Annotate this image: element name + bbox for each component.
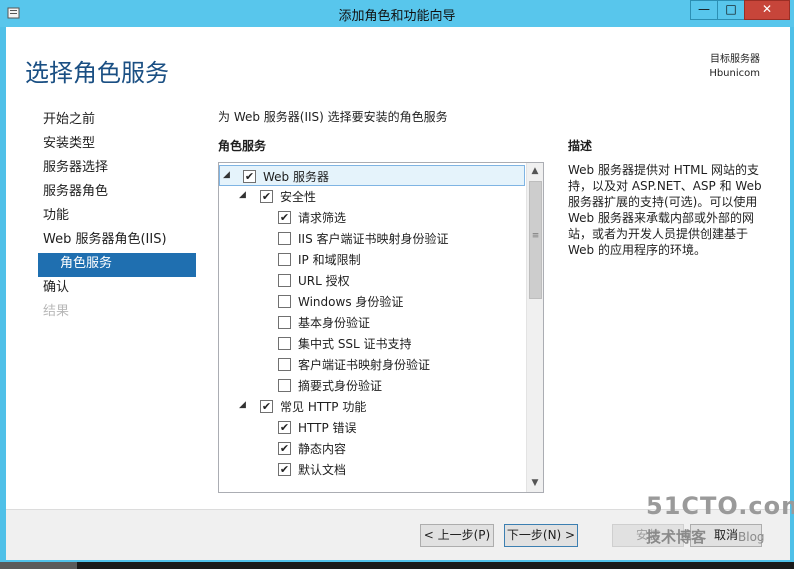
instruction-text: 为 Web 服务器(IIS) 选择要安装的角色服务 <box>218 110 448 124</box>
watermark-tagline: 技术博客 <box>646 528 707 546</box>
target-server-info: 目标服务器 Hbunicom <box>709 53 760 81</box>
tree-row-default-document[interactable]: ✔ 默认文档 <box>219 459 525 480</box>
window-title: 添加角色和功能向导 <box>338 9 456 24</box>
tree-row-windows-auth[interactable]: Windows 身份验证 <box>219 291 525 312</box>
tree-row-request-filtering[interactable]: ✔ 请求筛选 <box>219 207 525 228</box>
tree-row-label: 请求筛选 <box>298 211 347 225</box>
role-services-tree[interactable]: ◢ ✔ Web 服务器 ◢ ✔ 安全性 ✔ 请求筛选 IIS 客户端证书映射身份… <box>218 162 544 493</box>
checkbox-iis-client-cert-mapping[interactable] <box>278 232 291 245</box>
next-button[interactable]: 下一步(N) > <box>504 524 578 547</box>
nav-item-features[interactable]: 功能 <box>38 205 196 229</box>
tree-row-basic-auth[interactable]: 基本身份验证 <box>219 312 525 333</box>
checkbox-digest-auth[interactable] <box>278 379 291 392</box>
checkbox-ip-domain-restrictions[interactable] <box>278 253 291 266</box>
tree-row-label: Web 服务器 <box>263 170 329 184</box>
collapse-icon[interactable]: ◢ <box>239 400 246 410</box>
wizard-client-area: 选择角色服务 目标服务器 Hbunicom 开始之前 安装类型 服务器选择 服务… <box>6 27 790 560</box>
scroll-grip-icon: ≡ <box>531 231 540 241</box>
watermark: 51CTO.com 技术博客 Blog <box>646 492 794 552</box>
tree-row-label: 客户端证书映射身份验证 <box>298 358 431 372</box>
tree-row-common-http-features[interactable]: ◢ ✔ 常见 HTTP 功能 <box>219 396 525 417</box>
collapse-icon[interactable]: ◢ <box>223 170 230 180</box>
nav-item-server-roles[interactable]: 服务器角色 <box>38 181 196 205</box>
description-text: Web 服务器提供对 HTML 网站的支持，以及对 ASP.NET、ASP 和 … <box>568 163 762 257</box>
minimize-button[interactable]: — <box>690 0 718 20</box>
watermark-site: 51CTO.com <box>646 492 794 520</box>
nav-item-role-services[interactable]: 角色服务 <box>38 253 196 277</box>
checkbox-client-cert-mapping[interactable] <box>278 358 291 371</box>
page-title: 选择角色服务 <box>25 59 169 87</box>
nav-item-confirmation[interactable]: 确认 <box>38 277 196 301</box>
checkbox-http-errors[interactable]: ✔ <box>278 421 291 434</box>
checkbox-basic-auth[interactable] <box>278 316 291 329</box>
tree-row-label: IIS 客户端证书映射身份验证 <box>298 232 449 246</box>
checkbox-request-filtering[interactable]: ✔ <box>278 211 291 224</box>
checkbox-default-document[interactable]: ✔ <box>278 463 291 476</box>
description-heading: 描述 <box>568 139 593 153</box>
watermark-blog: Blog <box>738 530 765 544</box>
nav-item-before-you-begin[interactable]: 开始之前 <box>38 109 196 133</box>
scroll-thumb[interactable]: ≡ <box>529 181 542 299</box>
collapse-icon[interactable]: ◢ <box>239 190 246 200</box>
tree-row-label: 摘要式身份验证 <box>298 379 383 393</box>
previous-button[interactable]: < 上一步(P) <box>420 524 494 547</box>
tree-row-label: 静态内容 <box>298 442 347 456</box>
nav-item-results: 结果 <box>43 304 70 319</box>
checkbox-centralized-ssl[interactable] <box>278 337 291 350</box>
tree-row-security[interactable]: ◢ ✔ 安全性 <box>219 186 525 207</box>
tree-row-ip-domain-restrictions[interactable]: IP 和域限制 <box>219 249 525 270</box>
tree-row-label: Windows 身份验证 <box>298 295 404 309</box>
tree-row-label: 安全性 <box>280 190 317 204</box>
scroll-up-icon[interactable]: ▲ <box>527 163 543 180</box>
tree-row-label: 常见 HTTP 功能 <box>280 400 367 414</box>
checkbox-security[interactable]: ✔ <box>260 190 273 203</box>
tree-scrollbar[interactable]: ▲ ≡ ▼ <box>526 163 543 492</box>
close-button[interactable]: ✕ <box>744 0 790 20</box>
target-server-label: 目标服务器 <box>710 54 760 65</box>
maximize-button[interactable]: □ <box>717 0 745 20</box>
tree-row-label: URL 授权 <box>298 274 350 288</box>
tree-row-label: HTTP 错误 <box>298 421 357 435</box>
tree-row-web-server[interactable]: ◢ ✔ Web 服务器 <box>219 165 525 186</box>
scroll-down-icon[interactable]: ▼ <box>527 475 543 492</box>
taskbar <box>0 562 794 569</box>
tree-row-url-authorization[interactable]: URL 授权 <box>219 270 525 291</box>
nav-item-web-server-role[interactable]: Web 服务器角色(IIS) <box>38 229 196 253</box>
tree-row-iis-client-cert-mapping[interactable]: IIS 客户端证书映射身份验证 <box>219 228 525 249</box>
tree-row-static-content[interactable]: ✔ 静态内容 <box>219 438 525 459</box>
checkbox-windows-auth[interactable] <box>278 295 291 308</box>
role-services-header: 角色服务 <box>218 139 267 153</box>
checkbox-static-content[interactable]: ✔ <box>278 442 291 455</box>
wizard-nav: 开始之前 安装类型 服务器选择 服务器角色 功能 Web 服务器角色(IIS) … <box>38 109 196 325</box>
title-bar: 添加角色和功能向导 — □ ✕ <box>0 0 794 27</box>
tree-row-label: IP 和域限制 <box>298 253 361 267</box>
tree-row-centralized-ssl[interactable]: 集中式 SSL 证书支持 <box>219 333 525 354</box>
tree-row-label: 集中式 SSL 证书支持 <box>298 337 412 351</box>
checkbox-web-server[interactable]: ✔ <box>243 170 256 183</box>
target-server-name: Hbunicom <box>709 68 760 79</box>
tree-row-label: 默认文档 <box>298 463 347 477</box>
checkbox-url-authorization[interactable] <box>278 274 291 287</box>
nav-item-installation-type[interactable]: 安装类型 <box>38 133 196 157</box>
tree-row-digest-auth[interactable]: 摘要式身份验证 <box>219 375 525 396</box>
nav-item-server-selection[interactable]: 服务器选择 <box>38 157 196 181</box>
tree-row-label: 基本身份验证 <box>298 316 371 330</box>
taskbar-button[interactable] <box>0 562 77 569</box>
tree-row-client-cert-mapping[interactable]: 客户端证书映射身份验证 <box>219 354 525 375</box>
tree-row-http-errors[interactable]: ✔ HTTP 错误 <box>219 417 525 438</box>
checkbox-common-http-features[interactable]: ✔ <box>260 400 273 413</box>
